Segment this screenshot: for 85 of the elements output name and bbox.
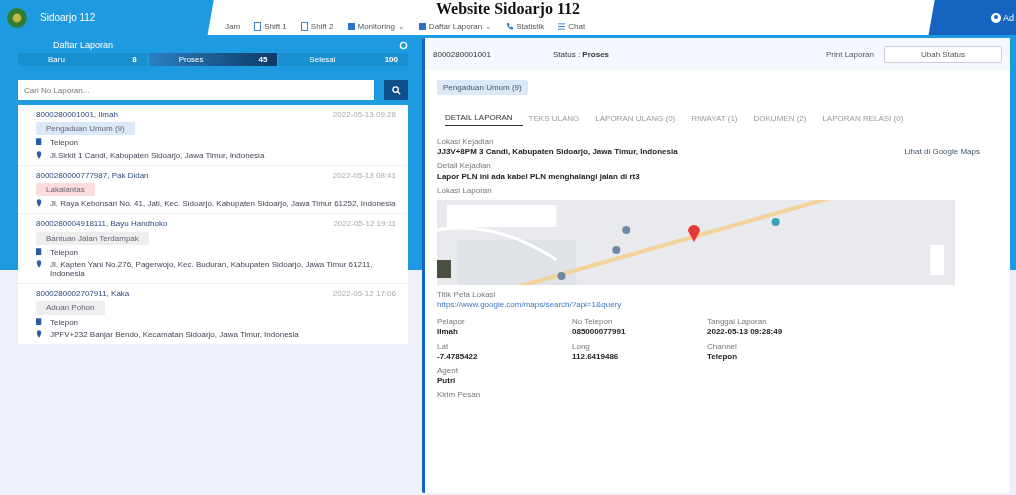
report-status: Status : Proses [553, 49, 611, 59]
category-tag: Aduan Pohon [36, 301, 105, 315]
field-label: No Telepon [572, 317, 614, 327]
pin-icon [36, 259, 42, 268]
send-message-label: Kirim Pesan [437, 390, 481, 400]
field-label: Detail Kejadian [437, 161, 492, 171]
field-value: Putri [437, 376, 457, 386]
user-icon [991, 12, 1001, 23]
report-card[interactable]: 8000280004918111, Bayu Handhoko 2022-05-12 19:11 Bantuan Jalan Terdampak Telepon Jl. Kapten Yani No.276, Pagerwojo, Kec. Buduran, Kabupaten Sidoarjo, Jawa Timur 61211, Indonesia [18, 214, 408, 285]
print-link[interactable]: Print Laporan [825, 49, 874, 59]
section-label: Lokasi Laporan [437, 185, 492, 195]
category-tag: Pengaduan Umum (9) [36, 122, 135, 136]
report-time: 2022-05-12 19:11 [333, 219, 396, 229]
report-time: 2022-05-13 09:28 [332, 110, 396, 120]
search-button[interactable] [384, 80, 408, 100]
map-link[interactable]: https://www.google.com/maps/search/?api=1&query [437, 299, 622, 310]
field-label: Long [572, 341, 591, 351]
field-value: Lapor PLN ini ada kabel PLN menghalangi jalan di rt3 [437, 171, 640, 181]
report-time: 2022-05-13 08:41 [332, 170, 396, 180]
category-tag: Bantuan Jalan Terdampak [36, 231, 149, 245]
field-value: 2022-05-13 09:28:49 [707, 327, 784, 337]
field-label: Pelapor [437, 317, 466, 327]
report-address: JPFV+232 Banjar Bendo, Kecamatan Sidoarjo, Jawa Timur, Indonesia [50, 329, 299, 339]
report-address: Jl. Kapten Yani No.276, Pagerwojo, Kec. Buduran, Kabupaten Sidoarjo, Jawa Timur 61211, Indonesia [50, 259, 374, 279]
phone-icon [506, 22, 514, 31]
panel-title: Daftar Laporan [53, 40, 114, 50]
field-label: Tanggal Laporan [707, 317, 768, 327]
nav-link[interactable]: Statistik [506, 22, 545, 31]
field-value: 112.6419486 [572, 351, 620, 361]
status-tab[interactable]: Selesai 100 [279, 53, 408, 66]
pin-icon [36, 329, 42, 338]
caption-title: Website Sidoarjo 112 [436, 0, 580, 18]
change-status-button[interactable]: Ubah Status [884, 45, 1002, 63]
category-chip: Pengaduan Umum (9) [437, 80, 528, 95]
report-time: 2022-05-12 17:06 [332, 289, 396, 299]
nav-link[interactable]: Daftar Laporan ⌄ [418, 22, 493, 31]
report-id: 8000280001001, Ilmah [36, 110, 118, 120]
field-label: Lat [437, 341, 450, 351]
logo-icon [6, 6, 28, 29]
nav-link[interactable]: Shift 2 [300, 22, 334, 31]
report-address: Jl. Raya Kebonsari No. 41, Jati, Kec. Sidoarjo, Kabupaten Sidoarjo, Jawa Timur 61252, Indonesia [50, 199, 396, 209]
report-address: Jl.Sirkit 1 Candi, Kabupaten Sidoarjo, Jawa Timur, Indonesia [50, 150, 265, 160]
square-icon [347, 22, 355, 31]
field-value: Ilmah [437, 327, 459, 337]
document-icon [254, 22, 262, 31]
document-icon [36, 247, 42, 256]
search-icon [391, 85, 401, 95]
pin-icon [36, 150, 42, 159]
nav-link[interactable]: Jam [225, 22, 241, 31]
report-channel: Telepon [50, 247, 79, 257]
nav-link[interactable]: Shift 1 [254, 22, 287, 31]
report-channel: Telepon [50, 138, 79, 148]
search-field[interactable]: Cari No Laporan... [18, 80, 374, 100]
status-tab[interactable]: Proses 45 [148, 53, 278, 66]
refresh-icon[interactable] [399, 40, 408, 50]
status-tab[interactable]: Baru 8 [18, 53, 147, 66]
document-icon [36, 317, 42, 326]
field-value: 085000077991 [572, 327, 627, 337]
document-icon [300, 22, 308, 31]
list-icon [558, 22, 566, 31]
report-id: 8000280000777987, Pak Didan [36, 170, 149, 180]
report-card[interactable]: 8000280001001, Ilmah 2022-05-13 09:28 Pengaduan Umum (9) Telepon Jl.Sirkit 1 Candi, Kabupaten Sidoarjo, Jawa Timur, Indonesia [18, 105, 408, 166]
field-value: -7.4785422 [437, 351, 479, 361]
field-value: JJ3V+8PM 3 Candi, Kabupaten Sidoarjo, Jawa Timur, Indonesia [437, 147, 678, 157]
report-card[interactable]: 8000280000777987, Pak Didan 2022-05-13 08:41 Lakalantas Jl. Raya Kebonsari No. 41, Jati, Kec. Sidoarjo, Kabupaten Sidoarjo, Jawa Timur 61252, Indonesia [18, 165, 408, 215]
report-id: 8000280004918111, Bayu Handhoko [36, 219, 168, 229]
app-title: Sidoarjo 112 [40, 12, 96, 23]
report-id: 8000280002707911, Kaka [36, 289, 130, 299]
detail-tab[interactable]: DETAIL LAPORAN [445, 110, 523, 126]
report-number: 8000280001001 [433, 49, 492, 59]
report-card[interactable]: 8000280002707911, Kaka 2022-05-12 17:06 Aduan Pohon Telepon JPFV+232 Banjar Bendo, Kecamatan Sidoarjo, Jawa Timur, Indonesia [18, 284, 408, 345]
nav-link[interactable]: Monitoring ⌄ [347, 22, 405, 31]
square-icon [418, 22, 426, 31]
pin-icon [36, 199, 42, 208]
google-maps-link[interactable]: Lihat di Google Maps [904, 147, 980, 157]
field-label: Lokasi Kejadian [437, 137, 495, 147]
field-value: Telepon [707, 351, 739, 361]
nav-link[interactable]: Chat [558, 22, 586, 31]
user-menu[interactable]: Ad [991, 0, 1016, 35]
report-channel: Telepon [50, 317, 79, 327]
document-icon [36, 138, 42, 147]
field-label: Titik Peta Lokasi [437, 289, 497, 299]
field-label: Agent [437, 365, 459, 376]
field-label: Channel [707, 341, 738, 351]
category-tag: Lakalantas [36, 182, 95, 197]
